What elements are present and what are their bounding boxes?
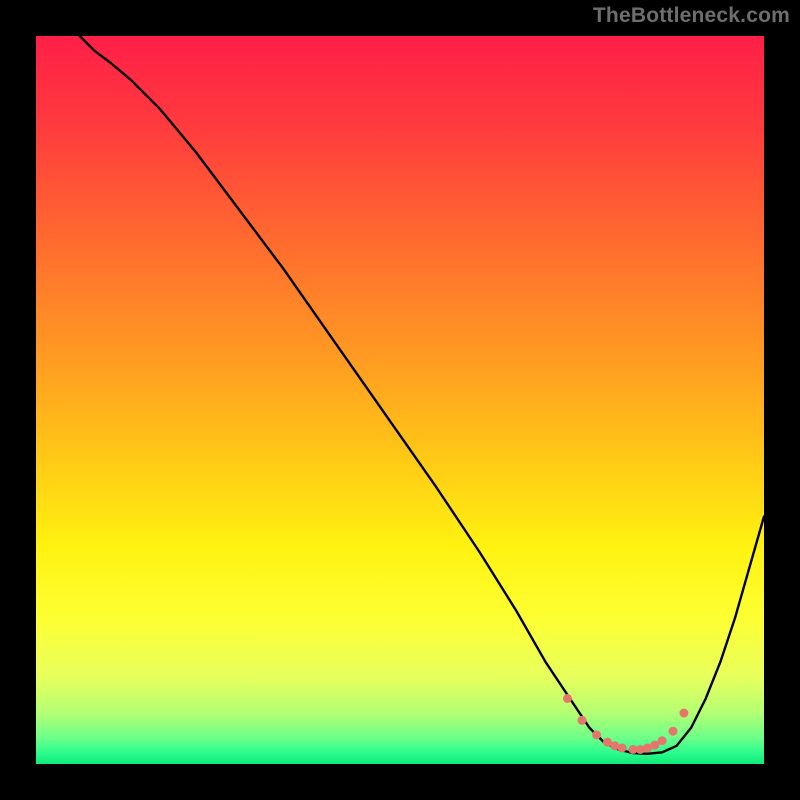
highlight-dot xyxy=(679,709,688,718)
highlight-dot xyxy=(578,716,587,725)
highlight-dot xyxy=(592,730,601,739)
highlight-dot xyxy=(618,743,627,752)
highlight-dot xyxy=(563,694,572,703)
chart-svg xyxy=(36,36,764,764)
highlight-dot xyxy=(658,736,667,745)
highlight-dot xyxy=(669,727,678,736)
chart-container: TheBottleneck.com xyxy=(0,0,800,800)
gradient-background xyxy=(36,36,764,764)
plot-area xyxy=(36,36,764,764)
watermark-text: TheBottleneck.com xyxy=(593,4,790,28)
